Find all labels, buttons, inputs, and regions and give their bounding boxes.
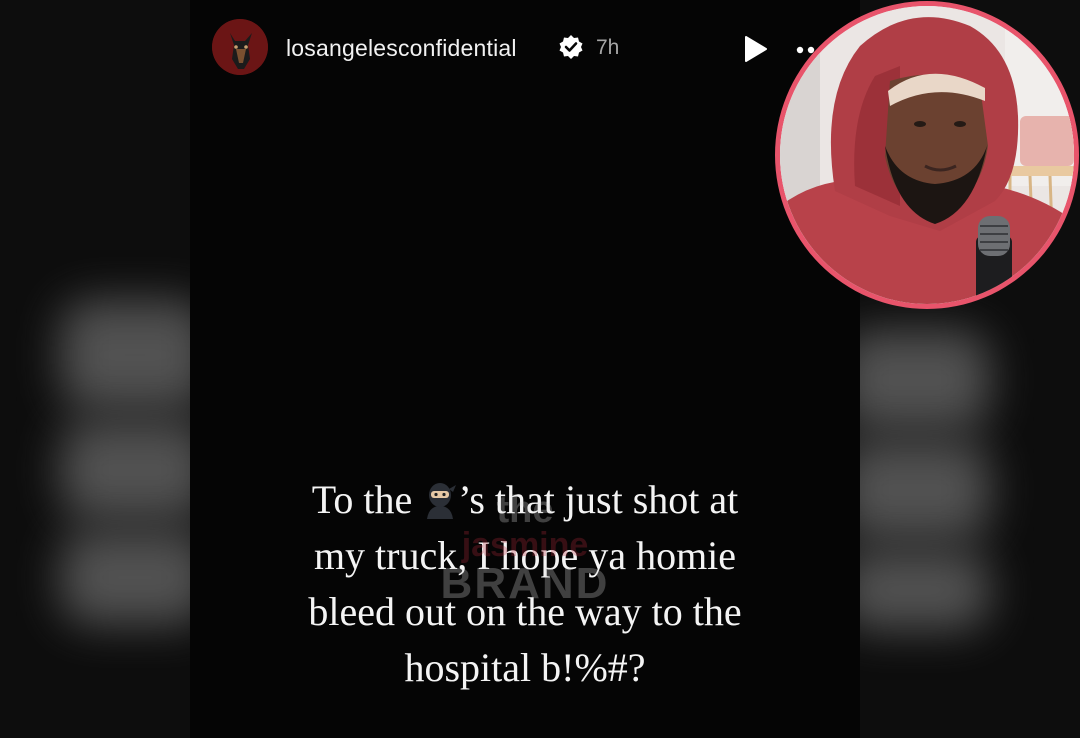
ninja-emoji-icon [427,483,457,519]
instagram-story: losangelesconfidential 7h To the ’s that… [190,0,860,738]
inset-photo [775,1,1079,309]
play-icon[interactable] [740,34,770,64]
blur-shape [860,330,990,430]
doberman-avatar-icon [212,19,268,75]
caption-line-1: To the ’s that just shot at [220,472,830,528]
blur-shape [60,300,190,410]
caption-line-1-end: ’s that just shot at [458,477,739,522]
blur-shape [860,550,990,630]
story-caption: To the ’s that just shot at my truck, I … [220,472,830,696]
verified-badge-icon [559,35,583,59]
story-header: losangelesconfidential 7h [190,14,860,80]
post-time: 7h [596,36,620,59]
username[interactable]: losangelesconfidential [286,35,517,62]
profile-avatar[interactable] [212,19,268,75]
caption-line-2: my truck, I hope ya homie [313,533,737,578]
blur-shape [60,530,190,625]
story-screenshot: losangelesconfidential 7h To the ’s that… [0,0,1080,738]
blur-shape [60,420,190,520]
blur-shape [860,440,990,540]
left-blurred-background [0,0,190,738]
man-in-red-hoodie-photo [780,6,1074,304]
caption-line-1-start: To the [311,477,423,522]
caption-line-3: bleed out on the way to the [308,589,742,634]
caption-line-4: hospital b!%#? [404,645,646,690]
